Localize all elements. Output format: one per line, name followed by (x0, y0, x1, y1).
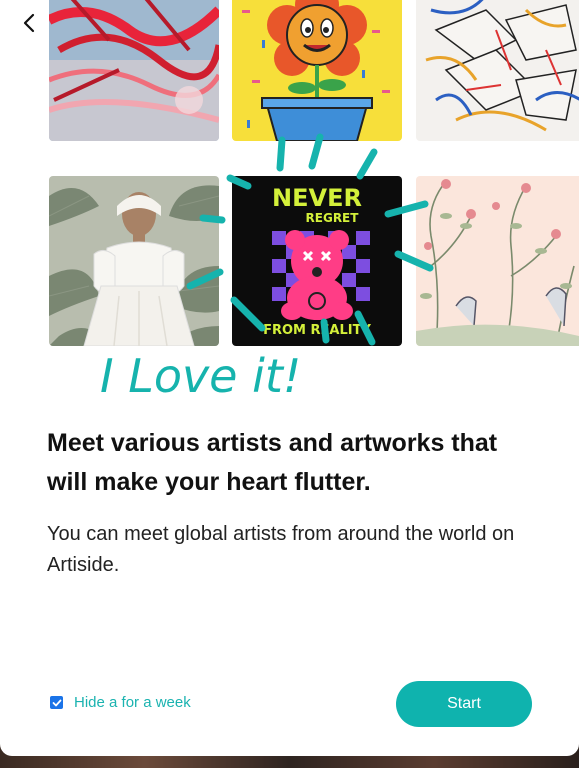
hide-for-week-toggle[interactable]: Hide a for a week (50, 694, 191, 711)
tshirt-text-from-reality: FROM REALITY (263, 323, 371, 338)
artwork-flower-pot[interactable] (232, 0, 402, 141)
artwork-abstract-paint[interactable] (49, 0, 219, 141)
tshirt-text-never: NEVER (272, 184, 362, 212)
tshirt-text-regret: REGRET (306, 211, 360, 225)
checkmark-icon (52, 699, 61, 706)
artwork-dancing-figures[interactable] (416, 0, 579, 141)
i-love-it-caption: I Love it! (100, 349, 301, 403)
onboarding-modal: NEVER REGRET FROM REALITY I Love it! Mee… (0, 0, 579, 756)
start-button[interactable]: Start (396, 681, 532, 727)
artwork-woman-portrait[interactable] (49, 176, 219, 346)
chevron-left-icon (23, 13, 35, 33)
page-description: You can meet global artists from around … (47, 523, 515, 576)
hide-checkbox[interactable] (50, 696, 63, 709)
artwork-never-regret-bear[interactable]: NEVER REGRET FROM REALITY (232, 176, 402, 346)
back-button[interactable] (14, 8, 44, 38)
hide-checkbox-label: Hide a for a week (74, 694, 191, 711)
page-title: Meet various artists and artworks that w… (47, 429, 498, 496)
artwork-chinoiserie-birds[interactable] (416, 176, 579, 346)
